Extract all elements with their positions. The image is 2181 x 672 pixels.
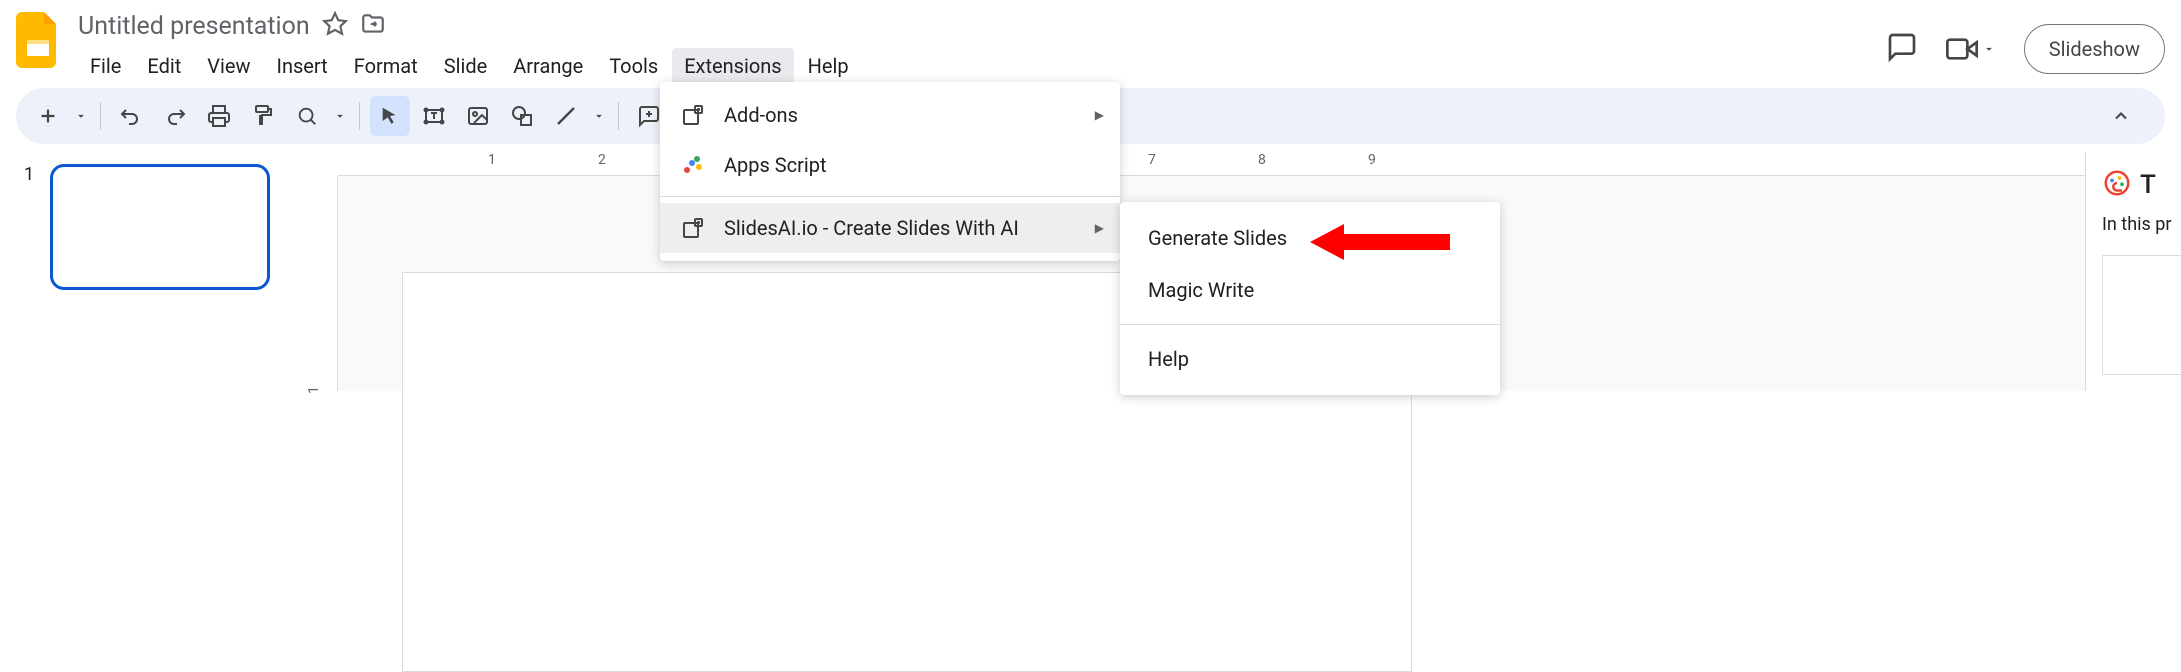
- slideshow-button[interactable]: Slideshow: [2024, 24, 2165, 74]
- menu-format[interactable]: Format: [342, 48, 430, 84]
- generate-slides-item[interactable]: Generate Slides: [1120, 212, 1500, 264]
- apps-script-icon: [680, 152, 706, 178]
- theme-preview[interactable]: [2102, 255, 2181, 375]
- zoom-button[interactable]: [287, 96, 327, 136]
- menu-edit[interactable]: Edit: [135, 48, 193, 84]
- menu-bar: File Edit View Insert Format Slide Arran…: [78, 48, 861, 84]
- ruler-tick: 8: [1258, 152, 1266, 168]
- record-button[interactable]: [1946, 33, 1996, 65]
- redo-button[interactable]: [155, 96, 195, 136]
- undo-button[interactable]: [111, 96, 151, 136]
- submenu-arrow-icon: ▶: [1095, 108, 1104, 122]
- move-folder-icon[interactable]: [360, 11, 386, 41]
- menu-label: Apps Script: [724, 153, 827, 177]
- ruler-tick: 7: [1148, 152, 1156, 168]
- magic-write-item[interactable]: Magic Write: [1120, 264, 1500, 316]
- new-slide-dropdown-icon[interactable]: [72, 96, 90, 136]
- select-tool[interactable]: [370, 96, 410, 136]
- ruler-tick: 9: [1368, 152, 1376, 168]
- header-right: Slideshow: [1886, 8, 2165, 74]
- toolbar-separator: [359, 102, 360, 130]
- slide-panel: 1: [0, 152, 310, 391]
- theme-side-panel: T In this pr: [2085, 152, 2181, 391]
- addons-menu-item[interactable]: Add-ons ▶: [660, 90, 1120, 140]
- horizontal-ruler[interactable]: 1 2 3 4 5 6 7 8 9: [338, 152, 2085, 176]
- menu-extensions[interactable]: Extensions: [672, 48, 793, 84]
- collapse-toolbar-icon[interactable]: [2101, 96, 2141, 136]
- side-panel-caption: In this pr: [2102, 214, 2165, 235]
- textbox-tool[interactable]: [414, 96, 454, 136]
- menu-arrange[interactable]: Arrange: [501, 48, 595, 84]
- menu-help[interactable]: Help: [796, 48, 861, 84]
- header-bar: Untitled presentation File Edit View Ins…: [0, 0, 2181, 80]
- menu-label: Add-ons: [724, 103, 798, 127]
- zoom-dropdown-icon[interactable]: [331, 96, 349, 136]
- toolbar-separator: [618, 102, 619, 130]
- ruler-tick: 1: [306, 386, 322, 394]
- extensions-dropdown: Add-ons ▶ Apps Script SlidesAI.io - Crea…: [660, 82, 1120, 261]
- line-tool[interactable]: [546, 96, 586, 136]
- star-icon[interactable]: [322, 11, 348, 41]
- slide-number: 1: [24, 164, 34, 185]
- app-logo[interactable]: [16, 12, 60, 72]
- title-area: Untitled presentation File Edit View Ins…: [78, 8, 861, 84]
- submenu-arrow-icon: ▶: [1095, 221, 1104, 235]
- line-dropdown-icon[interactable]: [590, 96, 608, 136]
- slide-thumbnail-row[interactable]: 1: [24, 164, 286, 290]
- print-button[interactable]: [199, 96, 239, 136]
- vertical-ruler[interactable]: 1: [310, 176, 338, 391]
- comments-icon[interactable]: [1886, 31, 1918, 67]
- slidesai-menu-item[interactable]: SlidesAI.io - Create Slides With AI ▶: [660, 203, 1120, 253]
- theme-icon[interactable]: [2102, 168, 2132, 202]
- menu-view[interactable]: View: [195, 48, 262, 84]
- shape-tool[interactable]: [502, 96, 542, 136]
- image-tool[interactable]: [458, 96, 498, 136]
- ruler-tick: 2: [598, 152, 606, 168]
- theme-letter: T: [2140, 170, 2156, 200]
- menu-slide[interactable]: Slide: [432, 48, 500, 84]
- submenu-help-item[interactable]: Help: [1120, 333, 1500, 385]
- menu-label: SlidesAI.io - Create Slides With AI: [724, 216, 1019, 240]
- new-slide-button[interactable]: [28, 96, 68, 136]
- paint-format-button[interactable]: [243, 96, 283, 136]
- menu-tools[interactable]: Tools: [597, 48, 670, 84]
- slide-thumbnail[interactable]: [50, 164, 270, 290]
- ruler-tick: 1: [488, 152, 496, 168]
- doc-title[interactable]: Untitled presentation: [78, 12, 310, 41]
- menu-file[interactable]: File: [78, 48, 133, 84]
- addon-icon: [680, 215, 706, 241]
- apps-script-menu-item[interactable]: Apps Script: [660, 140, 1120, 190]
- addon-icon: [680, 102, 706, 128]
- toolbar-separator: [100, 102, 101, 130]
- menu-insert[interactable]: Insert: [265, 48, 340, 84]
- menu-separator: [1120, 324, 1500, 325]
- menu-separator: [660, 196, 1120, 197]
- slidesai-submenu: Generate Slides Magic Write Help: [1120, 202, 1500, 395]
